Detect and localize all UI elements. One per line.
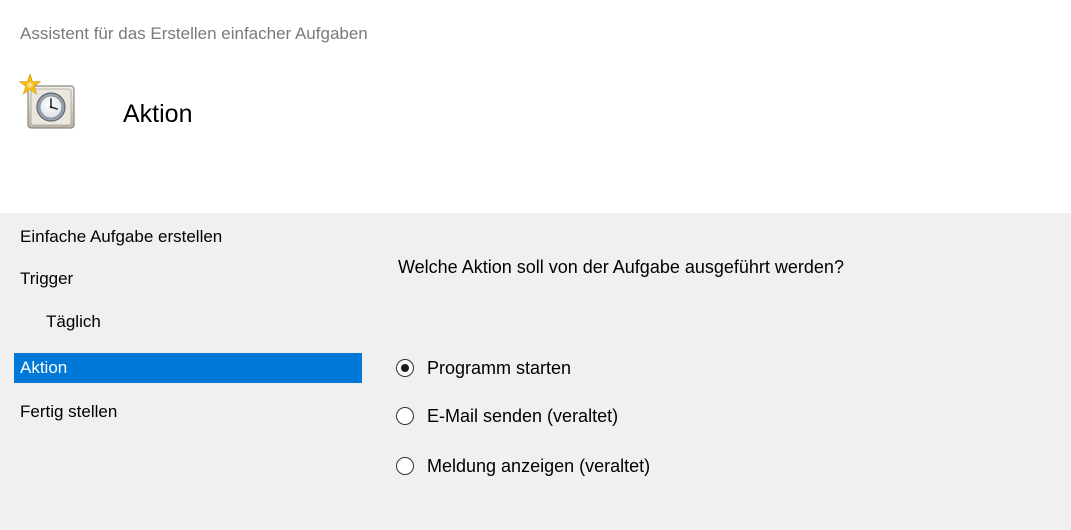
sidebar-item-label: Trigger [20,269,74,288]
sidebar-item-taeglich[interactable]: Täglich [14,307,362,337]
page-title: Aktion [123,100,193,128]
radio-label[interactable]: E-Mail senden (veraltet) [427,406,618,427]
radio-label[interactable]: Programm starten [427,358,571,379]
sidebar-item-fertig-stellen[interactable]: Fertig stellen [14,397,362,427]
sidebar-item-trigger[interactable]: Trigger [14,264,362,294]
sidebar-item-einfache-aufgabe-erstellen[interactable]: Einfache Aufgabe erstellen [14,222,362,252]
radio-button-checked[interactable] [396,359,414,377]
radio-button[interactable] [396,457,414,475]
radio-label[interactable]: Meldung anzeigen (veraltet) [427,456,650,477]
radio-meldung-anzeigen[interactable]: Meldung anzeigen (veraltet) [396,453,650,479]
sidebar-item-label: Einfache Aufgabe erstellen [20,227,223,246]
sidebar-item-label: Fertig stellen [20,402,118,421]
sidebar-item-label: Aktion [20,358,68,377]
wizard-header: Assistent für das Erstellen einfacher Au… [0,0,1071,213]
sidebar-item-label: Täglich [46,312,101,331]
window-title: Assistent für das Erstellen einfacher Au… [20,24,368,43]
sidebar-item-aktion[interactable]: Aktion [14,353,362,383]
radio-email-senden[interactable]: E-Mail senden (veraltet) [396,403,618,429]
action-question: Welche Aktion soll von der Aufgabe ausge… [398,257,844,277]
radio-button[interactable] [396,407,414,425]
task-scheduler-clock-icon [16,73,88,136]
wizard-body: Einfache Aufgabe erstellen Trigger Tägli… [0,213,1071,530]
radio-programm-starten[interactable]: Programm starten [396,355,571,381]
